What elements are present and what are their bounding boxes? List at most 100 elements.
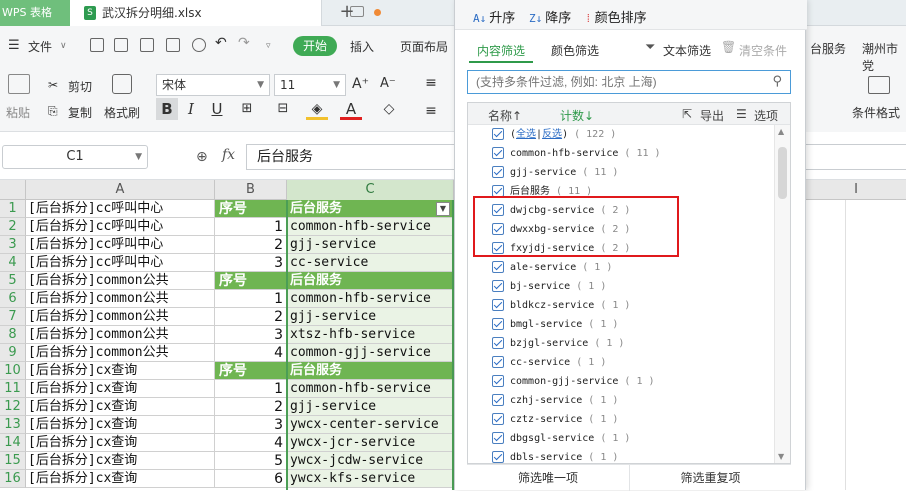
export-button[interactable]: 导出 — [700, 107, 724, 124]
decrease-font-icon[interactable]: A⁻ — [380, 76, 396, 91]
checkbox-checked[interactable] — [492, 280, 504, 292]
checkbox-checked[interactable] — [492, 299, 504, 311]
cell-b[interactable]: 5 — [215, 452, 287, 470]
format-painter-icon[interactable] — [112, 74, 132, 94]
cell-b[interactable]: 序号 — [215, 200, 287, 218]
cell-c[interactable]: ywcx-jcr-service — [287, 434, 453, 452]
row-header[interactable]: 5 — [0, 272, 26, 290]
filter-unique-button[interactable]: 筛选唯一项 — [467, 465, 629, 491]
cell-b[interactable]: 1 — [215, 218, 287, 236]
row-header[interactable]: 4 — [0, 254, 26, 272]
cell-a[interactable]: [后台拆分]cc呼叫中心 — [26, 254, 215, 272]
checkbox-checked[interactable] — [492, 356, 504, 368]
row-header[interactable]: 2 — [0, 218, 26, 236]
cell-b[interactable]: 4 — [215, 344, 287, 362]
fill-color-icon[interactable]: ◈ — [306, 98, 328, 120]
tab-chaozhou[interactable]: 潮州市党 — [862, 40, 906, 74]
row-header[interactable]: 16 — [0, 470, 26, 488]
cell-b[interactable]: 2 — [215, 308, 287, 326]
cell-b[interactable]: 4 — [215, 434, 287, 452]
cell-a[interactable]: [后台拆分]cc呼叫中心 — [26, 218, 215, 236]
cell-b[interactable]: 2 — [215, 236, 287, 254]
scroll-up-icon[interactable]: ▲ — [778, 127, 784, 136]
cell-a[interactable]: [后台拆分]common公共 — [26, 326, 215, 344]
checkbox-checked[interactable] — [492, 394, 504, 406]
cell-a[interactable]: [后台拆分]common公共 — [26, 290, 215, 308]
bold-button[interactable]: B — [156, 98, 178, 120]
font-color-icon[interactable]: A — [340, 98, 362, 120]
select-all-corner[interactable] — [0, 180, 26, 200]
eraser-icon[interactable]: ◇ — [378, 98, 400, 120]
filter-search-input[interactable] — [476, 73, 756, 91]
paste-icon[interactable] — [8, 74, 30, 94]
cell-a[interactable]: [后台拆分]cx查询 — [26, 434, 215, 452]
sort-by-count-button[interactable]: 计数↓ — [560, 107, 594, 124]
cell-a[interactable]: [后台拆分]common公共 — [26, 344, 215, 362]
scrollbar-thumb[interactable] — [778, 147, 787, 199]
row-header[interactable]: 14 — [0, 434, 26, 452]
file-tab[interactable]: S 武汉拆分明细.xlsx — [70, 0, 381, 26]
filter-dropdown-icon[interactable]: ▼ — [436, 202, 450, 216]
cell-c[interactable]: ywcx-center-service — [287, 416, 453, 434]
cell-a[interactable]: [后台拆分]cx查询 — [26, 398, 215, 416]
select-all-link[interactable]: 全选 — [516, 129, 536, 140]
row-header[interactable]: 7 — [0, 308, 26, 326]
cell-b[interactable]: 6 — [215, 470, 287, 488]
font-family-select[interactable]: 宋体 ▼ — [156, 74, 270, 96]
column-header-c[interactable]: C — [287, 180, 454, 200]
row-header[interactable]: 3 — [0, 236, 26, 254]
zoom-icon[interactable]: ⊕ — [196, 149, 208, 165]
cell-c[interactable]: gjj-service — [287, 398, 453, 416]
align-left-icon[interactable]: ≡ — [420, 100, 442, 122]
align-top-icon[interactable]: ≡ — [420, 72, 442, 94]
clear-conditions-button[interactable]: 清空条件 — [739, 42, 787, 59]
sort-ascending-button[interactable]: A↓ 升序 — [473, 7, 515, 26]
checkbox-checked[interactable] — [492, 204, 504, 216]
row-header[interactable]: 13 — [0, 416, 26, 434]
cell-b[interactable]: 序号 — [215, 272, 287, 290]
cell-b[interactable]: 2 — [215, 398, 287, 416]
cell-a[interactable]: [后台拆分]cx查询 — [26, 452, 215, 470]
cell-a[interactable]: [后台拆分]common公共 — [26, 308, 215, 326]
row-header[interactable]: 1 — [0, 200, 26, 218]
invert-selection-link[interactable]: 反选 — [542, 129, 562, 140]
tab-color-filter[interactable]: 颜色筛选 — [551, 42, 599, 59]
open-folder-icon[interactable] — [90, 38, 104, 52]
cell-a[interactable]: [后台拆分]cx查询 — [26, 380, 215, 398]
cell-b[interactable]: 3 — [215, 254, 287, 272]
cell-c[interactable]: ywcx-jcdw-service — [287, 452, 453, 470]
conditional-format-button[interactable]: 条件格式 — [852, 104, 900, 121]
cell-a[interactable]: [后台拆分]cc呼叫中心 — [26, 236, 215, 254]
checkbox-checked[interactable] — [492, 128, 504, 140]
checkbox-checked[interactable] — [492, 337, 504, 349]
row-header[interactable]: 6 — [0, 290, 26, 308]
cell-b[interactable]: 1 — [215, 380, 287, 398]
cell-c[interactable]: common-hfb-service — [287, 218, 453, 236]
cell-a[interactable]: [后台拆分]cx查询 — [26, 416, 215, 434]
column-header-b[interactable]: B — [215, 180, 287, 200]
copy-button[interactable]: 复制 — [68, 104, 92, 121]
preview-icon[interactable] — [192, 38, 206, 52]
cell-b[interactable]: 序号 — [215, 362, 287, 380]
scroll-down-icon[interactable]: ▼ — [778, 452, 784, 461]
save-icon[interactable] — [114, 38, 128, 52]
function-icon[interactable]: fx — [222, 147, 235, 163]
cell-c[interactable]: gjj-service — [287, 236, 453, 254]
paste-button[interactable]: 粘贴 — [6, 104, 30, 121]
format-painter-button[interactable]: 格式刷 — [104, 104, 140, 121]
list-scrollbar[interactable]: ▲ ▼ — [774, 125, 790, 463]
checkbox-checked[interactable] — [492, 451, 504, 463]
cell-c[interactable]: common-gjj-service — [287, 344, 453, 362]
row-header[interactable]: 15 — [0, 452, 26, 470]
app-tab[interactable]: WPS 表格 — [0, 0, 70, 26]
tab-backend-service[interactable]: 台服务 — [810, 40, 846, 57]
underline-button[interactable]: U — [206, 98, 228, 120]
sort-by-name-button[interactable]: 名称↑ — [488, 107, 522, 124]
conditional-format-icon[interactable] — [868, 76, 890, 94]
merge-icon[interactable]: ⊟ — [272, 98, 294, 120]
tab-content-filter[interactable]: 内容筛选 — [477, 42, 525, 59]
cell-c[interactable]: common-hfb-service — [287, 380, 453, 398]
column-header-a[interactable]: A — [26, 180, 215, 200]
filter-duplicate-button[interactable]: 筛选重复项 — [629, 465, 791, 491]
checkbox-checked[interactable] — [492, 413, 504, 425]
